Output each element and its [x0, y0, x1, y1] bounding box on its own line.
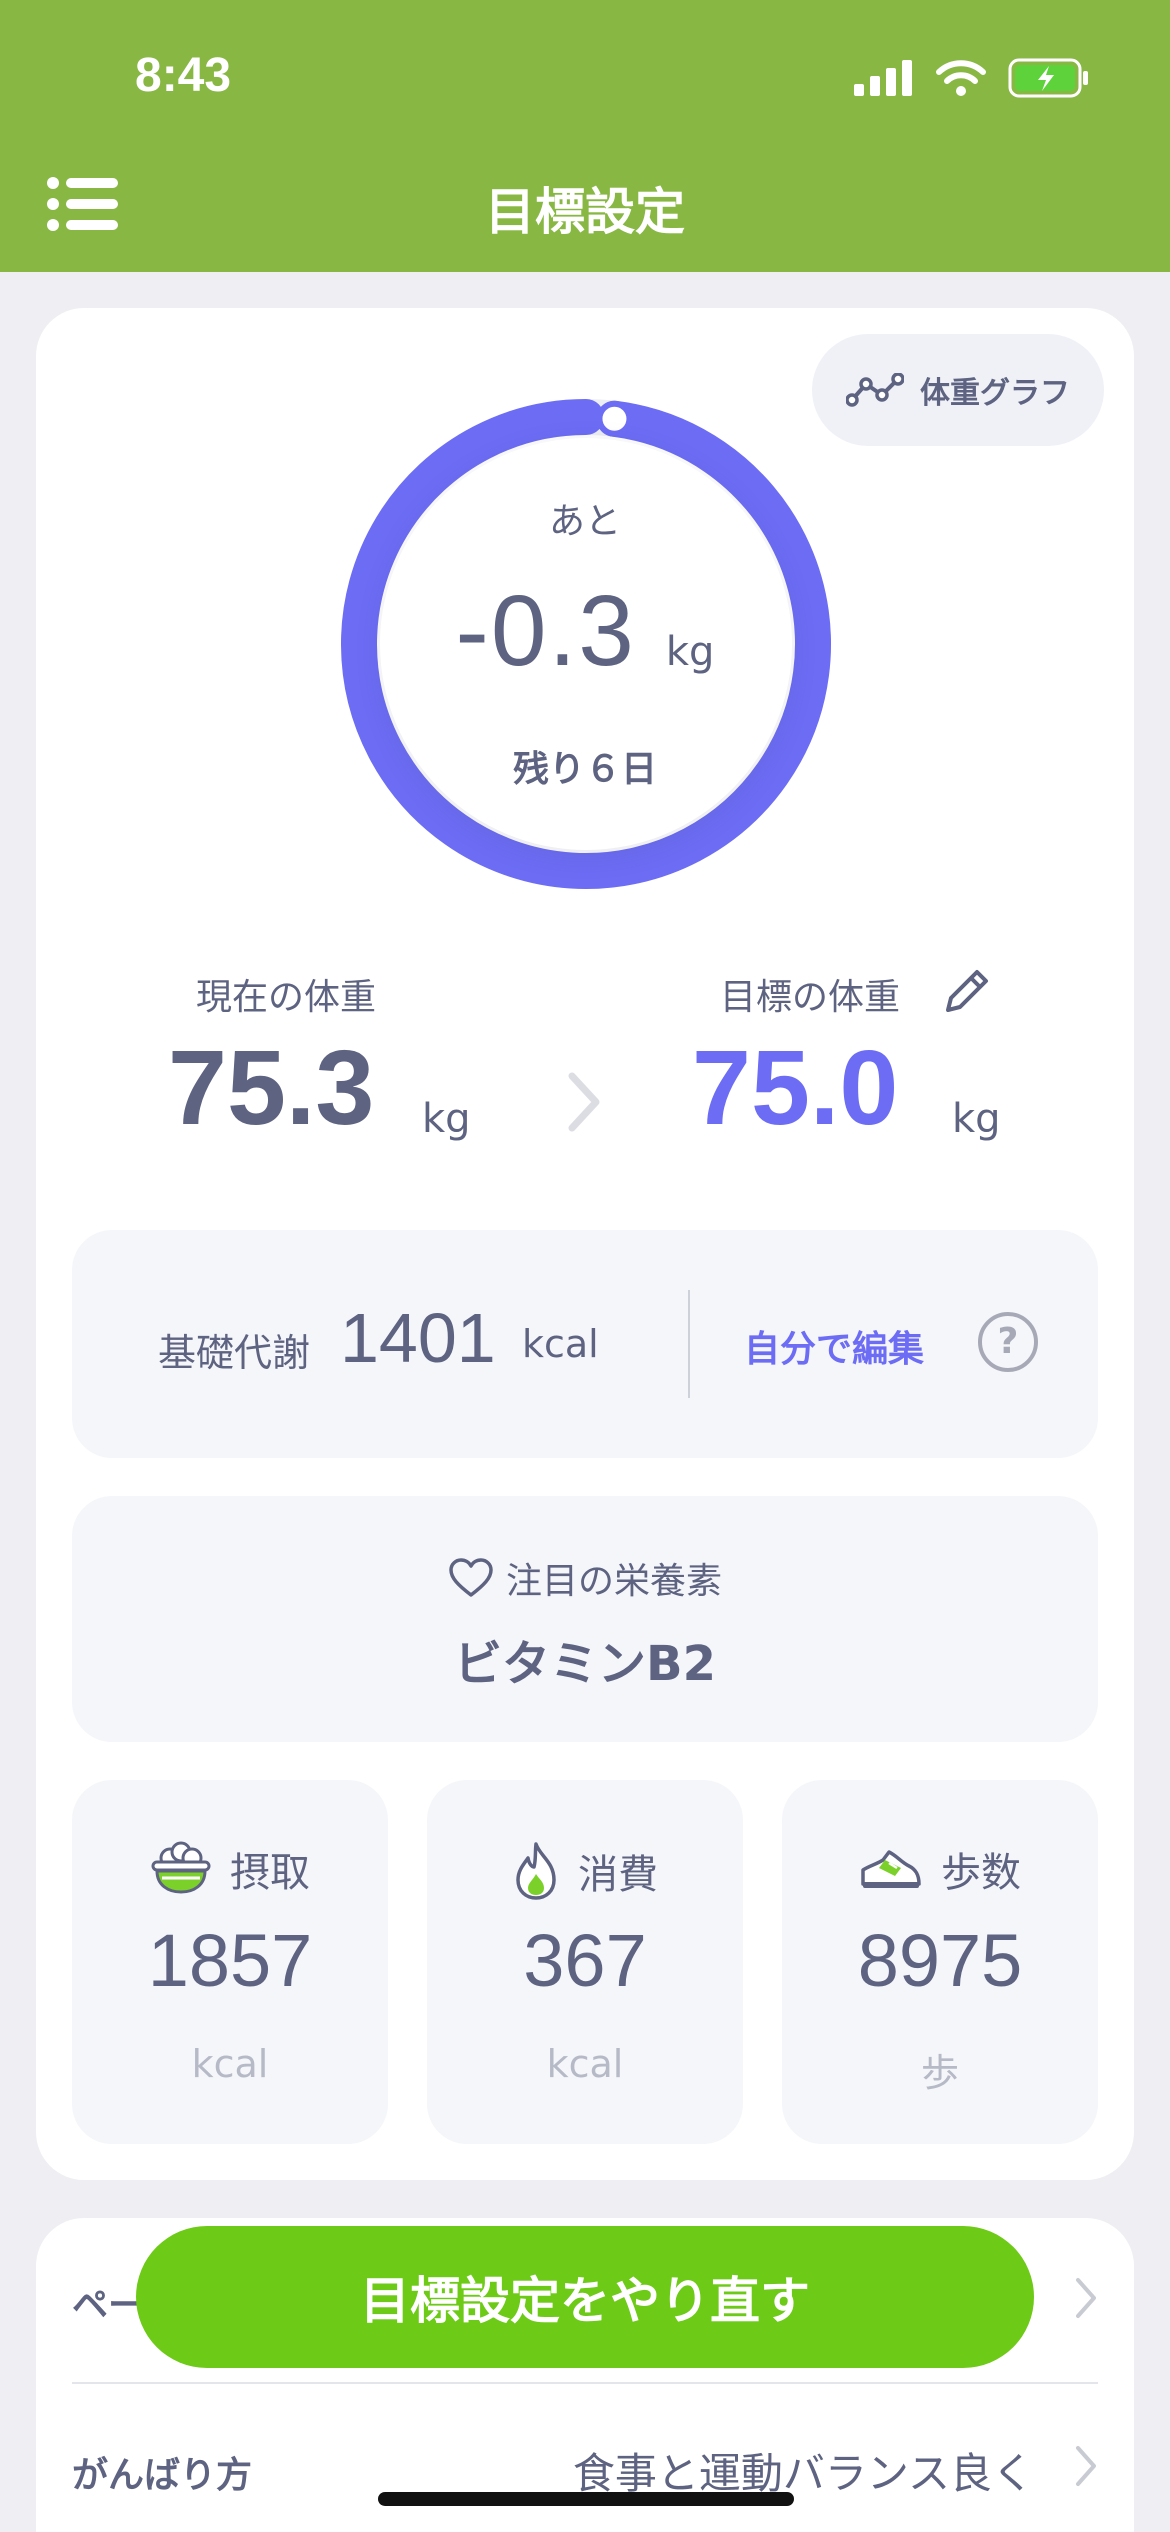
burned-label: 消費 [578, 1852, 658, 1898]
wifi-icon [936, 60, 986, 96]
remaining-weight: -0.3 kg [36, 574, 1134, 689]
burned-stat[interactable]: 消費 367 kcal [427, 1780, 743, 2144]
settings-divider [72, 2382, 1098, 2384]
intake-stat[interactable]: 摂取 1857 kcal [72, 1780, 388, 2144]
target-weight-unit: kg [952, 1096, 1001, 1142]
nutrient-panel: 注目の栄養素 ビタミンB2 [72, 1496, 1098, 1742]
nutrient-label-row: 注目の栄養素 [72, 1552, 1098, 1604]
bmr-divider [688, 1290, 690, 1398]
burned-value: 367 [523, 1919, 647, 2002]
pace-row-label[interactable]: ペー [72, 2276, 144, 2328]
remaining-days: 残り６日 [512, 749, 657, 790]
rice-bowl-icon [151, 1841, 211, 1894]
target-weight-label: 目標の体重 [720, 977, 901, 1018]
burned-unit: kcal [546, 2042, 624, 2086]
progress-ring-knob [596, 400, 633, 437]
intake-unit: kcal [191, 2042, 269, 2086]
home-indicator [378, 2492, 794, 2506]
steps-unit: 歩 [920, 2051, 959, 2095]
steps-head: 歩数 [782, 1840, 1098, 1898]
bmr-unit: kcal [522, 1322, 599, 1366]
steps-value: 8975 [857, 1919, 1023, 2002]
bmr-panel: 基礎代謝 1401 kcal 自分で編集 ? [72, 1230, 1098, 1458]
weight-graph-button[interactable]: 体重グラフ [812, 334, 1104, 446]
flame-icon [516, 1842, 556, 1900]
current-weight-value: 75.3 [168, 1029, 375, 1147]
intake-value: 1857 [147, 1919, 313, 2002]
line-graph-icon [846, 373, 904, 407]
nutrient-label: 注目の栄養素 [505, 1561, 722, 1602]
steps-stat[interactable]: 歩数 8975 歩 [782, 1780, 1098, 2144]
bmr-label: 基礎代謝 [158, 1331, 311, 1375]
status-time: 8:43 [135, 49, 232, 102]
app-header: 8:43 目標設定 [0, 0, 1170, 272]
chevron-right-icon[interactable] [1072, 2442, 1100, 2490]
edit-bmr-button[interactable]: 自分で編集 [744, 1320, 924, 1372]
arrow-right-icon [568, 1072, 600, 1132]
nutrient-value: ビタミンB2 [454, 1636, 716, 1692]
goal-card: 体重グラフ あと -0.3 kg 残り６日 現在の体重 75.3 kg 目標の体重… [36, 308, 1134, 2180]
bmr-value: 1401 [340, 1299, 496, 1377]
page-title: 目標設定 [485, 183, 685, 241]
remaining-weight-unit: kg [665, 629, 715, 675]
edit-pencil-icon[interactable] [940, 964, 994, 1018]
cellular-signal-icon [854, 60, 912, 96]
burned-head: 消費 [427, 1840, 743, 1902]
remaining-weight-value: -0.3 [455, 575, 636, 687]
current-weight-unit: kg [422, 1096, 471, 1142]
heart-icon [449, 1558, 493, 1597]
current-weight-label: 現在の体重 [196, 977, 377, 1018]
intake-label: 摂取 [230, 1850, 310, 1896]
help-icon[interactable]: ? [978, 1312, 1038, 1372]
steps-label: 歩数 [941, 1850, 1021, 1896]
status-icons [854, 58, 1090, 98]
intake-head: 摂取 [72, 1840, 388, 1898]
target-weight-value: 75.0 [692, 1029, 899, 1147]
remaining-label: あと [548, 501, 621, 542]
weight-graph-label: 体重グラフ [920, 376, 1070, 411]
reset-goal-button[interactable]: 目標設定をやり直す [136, 2226, 1034, 2368]
sneaker-icon [861, 1850, 921, 1888]
effort-row-label[interactable]: がんばり方 [72, 2446, 252, 2498]
chevron-right-icon[interactable] [1072, 2274, 1100, 2322]
battery-charging-icon [1008, 58, 1088, 98]
